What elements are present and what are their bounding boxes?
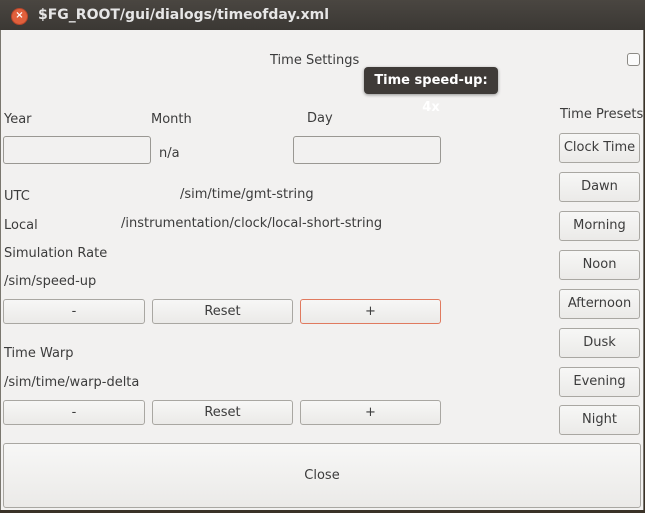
year-input[interactable] (3, 136, 151, 164)
preset-morning-button[interactable]: Morning (559, 211, 640, 241)
preset-clock-time-button[interactable]: Clock Time (559, 133, 640, 163)
window-titlebar: × $FG_ROOT/gui/dialogs/timeofday.xml (0, 0, 645, 30)
sim-rate-label: Simulation Rate (4, 246, 108, 261)
preset-evening-button[interactable]: Evening (559, 367, 640, 397)
sim-rate-reset-button[interactable]: Reset (152, 299, 293, 324)
utc-label: UTC (4, 189, 30, 204)
time-warp-label: Time Warp (4, 346, 74, 361)
year-label: Year (4, 112, 32, 127)
preset-dusk-button[interactable]: Dusk (559, 328, 640, 358)
sim-rate-minus-button[interactable]: - (3, 299, 145, 324)
preset-afternoon-button[interactable]: Afternoon (559, 289, 640, 319)
day-label: Day (307, 111, 333, 126)
window-title: $FG_ROOT/gui/dialogs/timeofday.xml (38, 7, 329, 23)
dialog-heading: Time Settings (270, 53, 360, 68)
month-value: n/a (159, 146, 180, 161)
speed-up-tooltip: Time speed-up: 4x (364, 67, 498, 115)
day-input[interactable] (293, 136, 441, 164)
time-settings-dialog: Time Settings Year Month Day n/a UTC /si… (0, 30, 644, 510)
window-close-icon[interactable]: × (11, 8, 28, 25)
local-value: /instrumentation/clock/local-short-strin… (121, 216, 383, 231)
preset-noon-button[interactable]: Noon (559, 250, 640, 280)
dialog-checkbox[interactable] (627, 53, 640, 66)
utc-value: /sim/time/gmt-string (180, 187, 314, 202)
time-warp-reset-button[interactable]: Reset (152, 400, 293, 425)
local-label: Local (4, 218, 38, 233)
time-warp-property: /sim/time/warp-delta (4, 375, 140, 390)
time-presets-label: Time Presets (560, 107, 644, 122)
month-label: Month (151, 112, 192, 127)
time-warp-minus-button[interactable]: - (3, 400, 145, 425)
preset-dawn-button[interactable]: Dawn (559, 172, 640, 202)
time-warp-plus-button[interactable]: + (300, 400, 441, 425)
sim-rate-plus-button[interactable]: + (300, 299, 441, 324)
sim-rate-property: /sim/speed-up (4, 274, 97, 289)
preset-night-button[interactable]: Night (559, 405, 640, 435)
close-button[interactable]: Close (3, 443, 641, 508)
